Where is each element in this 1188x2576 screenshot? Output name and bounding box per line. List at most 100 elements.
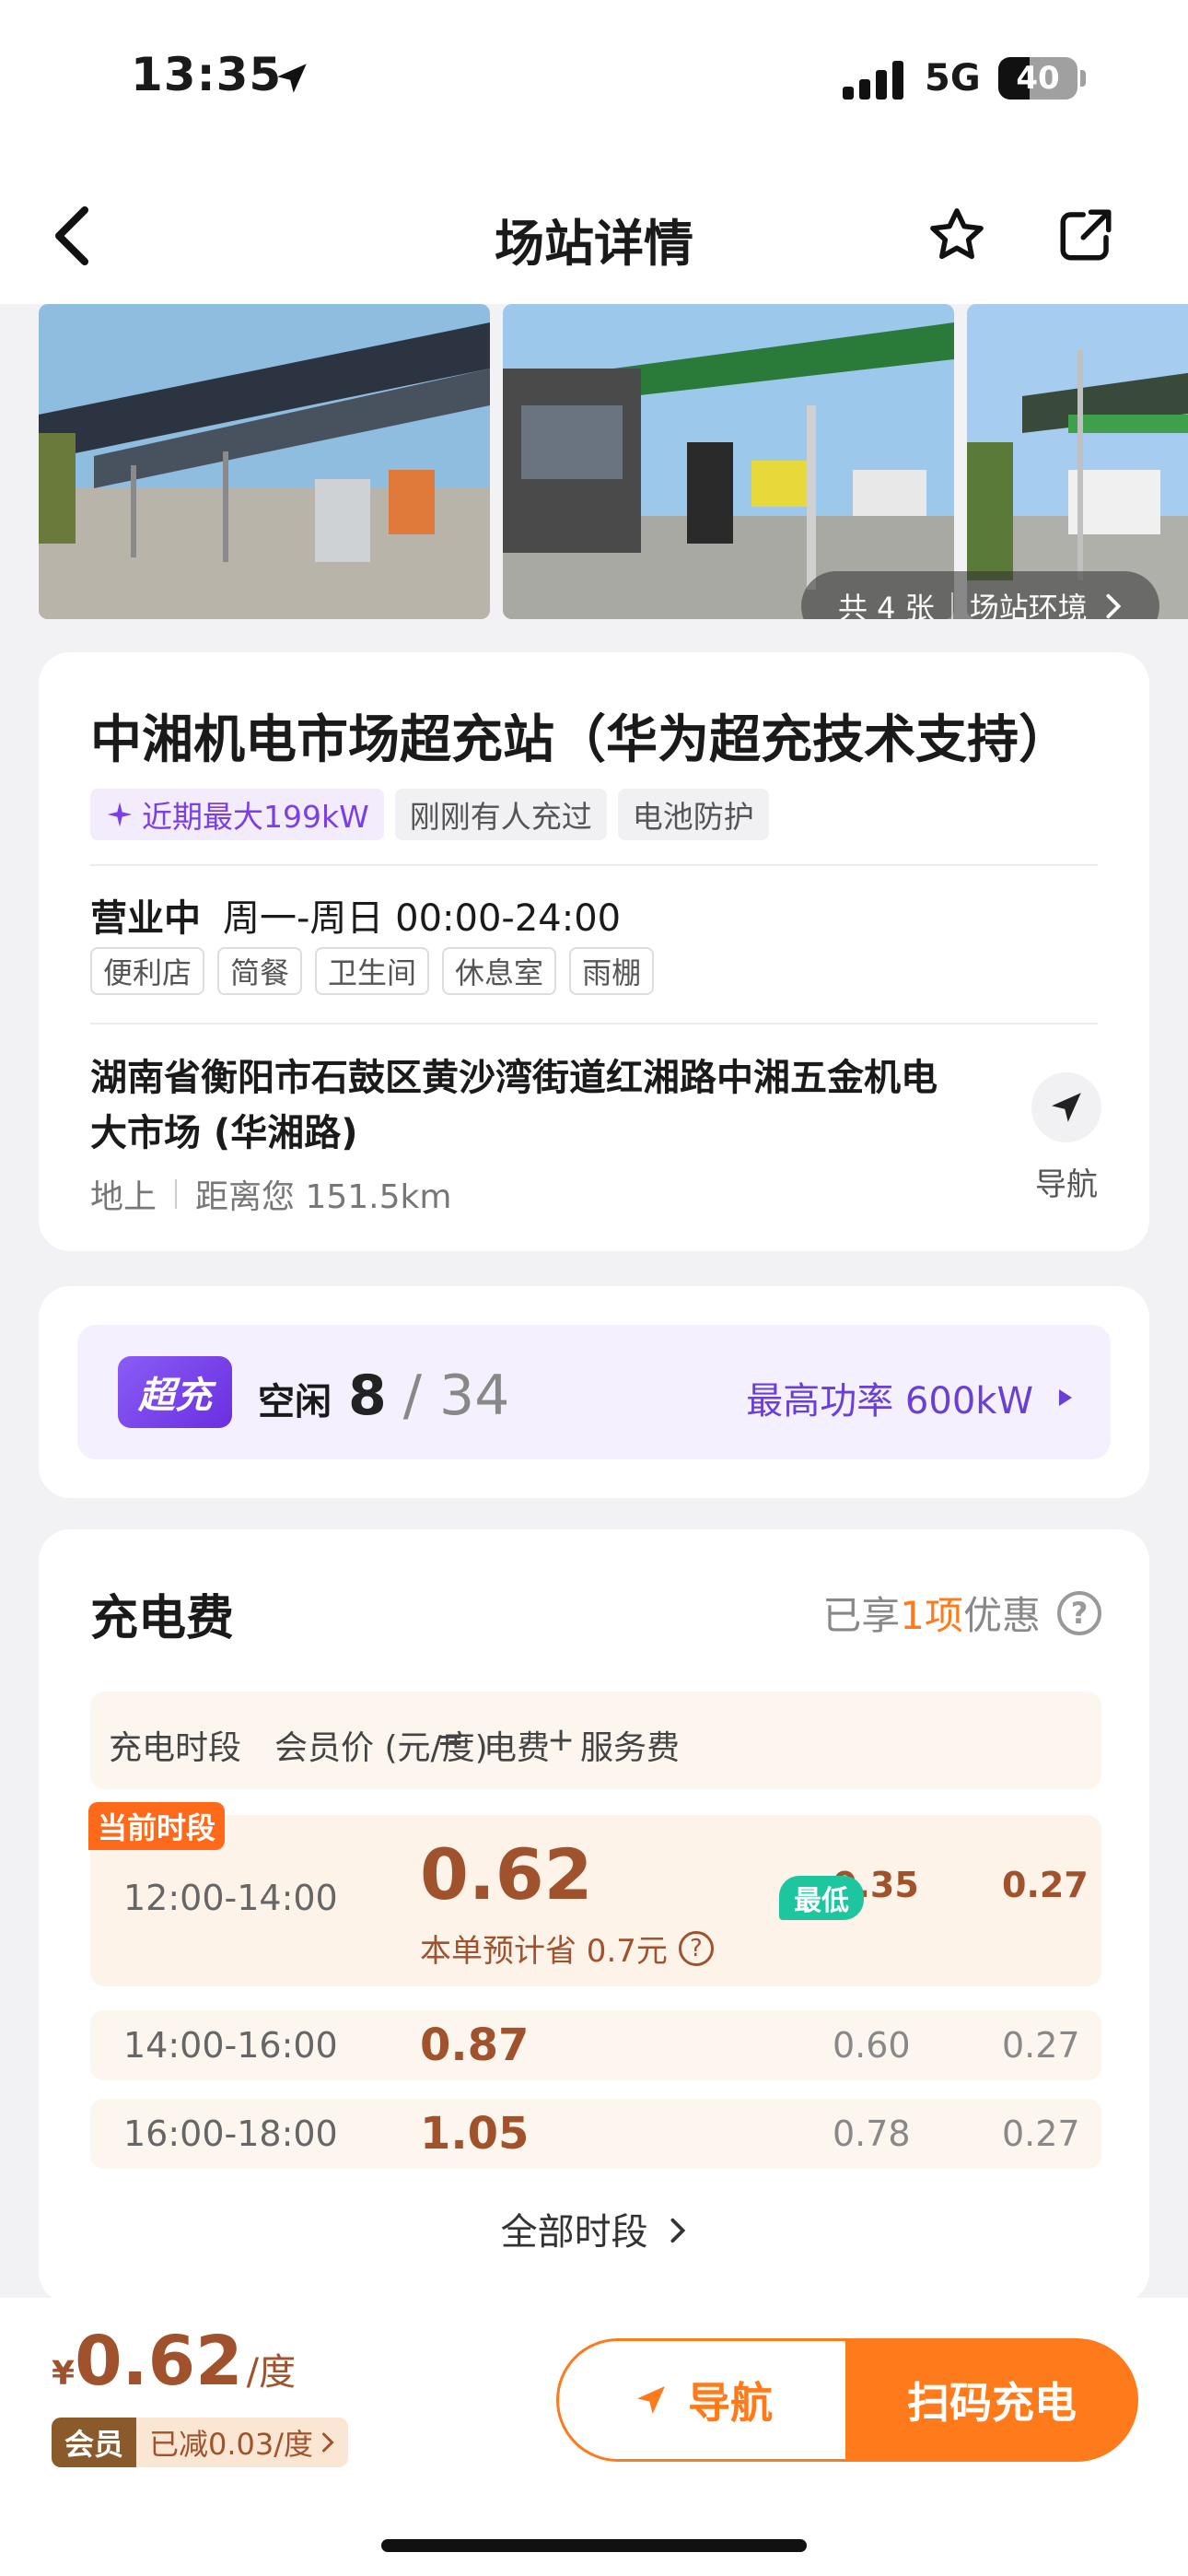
max-power[interactable]: 最高功率 600kW	[746, 1371, 1072, 1424]
max-power-tag: 近期最大199kW	[90, 789, 384, 840]
table-row: 16:00-18:00 1.05 0.78 0.27	[90, 2099, 1101, 2169]
member-discount-badge[interactable]: 会员 已减0.03/度	[52, 2418, 349, 2467]
help-icon[interactable]: ?	[1057, 1590, 1101, 1635]
navigation-arrow-icon	[1052, 1093, 1081, 1122]
battery-icon: 40	[998, 57, 1077, 100]
share-icon[interactable]	[1055, 205, 1116, 265]
photo-count: 共 4 张	[838, 591, 935, 619]
station-address: 湖南省衡阳市石鼓区黄沙湾街道红湘路中湘五金机电 大市场 (华湘路)	[90, 1050, 993, 1161]
max-power-label: 最高功率 600kW	[746, 1380, 1033, 1423]
opening-hours: 营业中 周一-周日 00:00-24:00	[90, 888, 621, 942]
price-unit: /度	[246, 2351, 297, 2394]
triangle-right-icon	[1059, 1389, 1072, 1406]
member-price-cell: 0.62	[420, 1833, 593, 1915]
electricity-cell: 0.60	[833, 2025, 911, 2066]
amenity-tag: 卫生间	[315, 947, 430, 995]
page-title: 场站详情	[495, 215, 693, 273]
divider	[90, 1023, 1098, 1025]
header-plus: +	[547, 1721, 576, 1759]
amenity-tag: 便利店	[90, 947, 205, 995]
service-cell: 0.27	[1002, 2113, 1080, 2154]
star-icon[interactable]	[926, 205, 987, 265]
member-price-cell: 1.05	[420, 2108, 530, 2160]
chevron-right-icon	[1106, 593, 1122, 619]
battery-percent: 40	[1016, 60, 1060, 97]
saving-note: 本单预计省 0.7元 ?	[420, 1926, 714, 1971]
distance-label: 距离您 151.5km	[195, 1178, 452, 1216]
idle-label: 空闲	[258, 1381, 332, 1423]
member-discount-text: 已减0.03/度	[149, 2427, 314, 2462]
discount-count: 1项	[900, 1593, 963, 1638]
address-line: 大市场 (华湘路)	[90, 1112, 358, 1154]
photo-env-label: 场站环境	[969, 591, 1088, 619]
sparkle-icon	[107, 802, 133, 827]
network-type: 5G	[925, 57, 981, 100]
lowest-badge: 最低	[779, 1876, 864, 1920]
fee-title: 充电费	[90, 1591, 235, 1646]
battery-protect-tag: 电池防护	[617, 789, 769, 840]
nav-bar: 场站详情	[0, 166, 1188, 304]
chevron-right-icon	[670, 2218, 686, 2243]
member-badge: 会员	[52, 2418, 137, 2467]
amenity-tag: 简餐	[217, 947, 303, 995]
home-indicator	[381, 2539, 807, 2552]
header-equals: =	[437, 1721, 465, 1759]
idle-number: 8	[348, 1364, 387, 1428]
open-status: 营业中	[90, 897, 201, 940]
battery-nub	[1080, 70, 1086, 87]
photo-count-badge[interactable]: 共 4 张 场站环境	[801, 571, 1159, 619]
signal-icon	[843, 61, 903, 100]
hours-range: 周一-周日 00:00-24:00	[223, 897, 622, 940]
period-cell: 14:00-16:00	[123, 2025, 338, 2066]
header-service: 服务费	[580, 1729, 681, 1767]
station-name: 中湘机电市场超充站（华为超充技术支持）	[90, 710, 1070, 770]
fee-table-header: 充电时段 会员价 (元/度) = 电费 + 服务费	[90, 1692, 1101, 1789]
address-line: 湖南省衡阳市石鼓区黄沙湾街道红湘路中湘五金机电	[90, 1057, 938, 1099]
recent-charge-tag: 刚刚有人充过	[394, 789, 607, 840]
photo-carousel[interactable]: 共 4 张 场站环境	[0, 304, 1188, 619]
station-photo[interactable]	[39, 304, 490, 619]
divider	[950, 592, 953, 619]
status-time: 13:35	[131, 48, 283, 101]
help-icon[interactable]: ?	[678, 1930, 714, 1966]
amenities: 便利店 简餐 卫生间 休息室 雨棚	[90, 947, 655, 995]
location-arrow-icon	[277, 64, 307, 93]
status-bar: 13:35 5G 40	[0, 0, 1188, 166]
total-number: / 34	[402, 1364, 510, 1428]
period-cell: 12:00-14:00	[123, 1878, 338, 1918]
header-period: 充电时段	[109, 1729, 242, 1767]
amenity-tag: 雨棚	[569, 947, 655, 995]
super-charger-row[interactable]: 超充 空闲 8 / 34 最高功率 600kW	[77, 1325, 1111, 1459]
service-cell: 0.27	[1002, 1865, 1089, 1905]
table-row: 14:00-16:00 0.87 0.60 0.27	[90, 2010, 1101, 2080]
station-info-card: 中湘机电市场超充站（华为超充技术支持） 近期最大199kW 刚刚有人充过 电池防…	[39, 652, 1149, 1251]
navigate-button-label: 导航	[688, 2378, 773, 2428]
bottom-bar: ¥ 0.62 /度 会员 已减0.03/度 导航 扫码充电	[0, 2298, 1188, 2576]
floor-label: 地上	[90, 1178, 157, 1216]
current-period-badge: 当前时段	[88, 1802, 226, 1850]
navigate-mini-label[interactable]: 导航	[1019, 1159, 1114, 1204]
member-discount: 已减0.03/度	[136, 2418, 349, 2467]
all-periods-link[interactable]: 全部时段	[39, 2202, 1149, 2255]
table-row-current: 当前时段 12:00-14:00 0.62 本单预计省 0.7元 ? 0.35 …	[88, 1802, 1101, 1986]
chevron-right-icon	[322, 2432, 334, 2453]
navigation-arrow-icon	[637, 2386, 665, 2414]
navigate-mini-button[interactable]	[1031, 1072, 1101, 1142]
divider	[175, 1179, 178, 1209]
bottom-price: ¥ 0.62 /度	[52, 2322, 296, 2401]
discount-prefix: 已享	[822, 1593, 901, 1638]
station-tags: 近期最大199kW 刚刚有人充过 电池防护	[90, 789, 769, 840]
charger-card: 超充 空闲 8 / 34 最高功率 600kW	[39, 1286, 1149, 1498]
divider	[90, 864, 1098, 866]
discount-info[interactable]: 已享1项优惠 ?	[822, 1585, 1101, 1641]
idle-count: 空闲 8 / 34	[258, 1364, 509, 1428]
saving-note-text: 本单预计省 0.7元	[420, 1933, 668, 1970]
scan-charge-button[interactable]: 扫码充电	[845, 2338, 1138, 2462]
super-charge-badge: 超充	[118, 1356, 232, 1428]
fee-card: 充电费 已享1项优惠 ? 充电时段 会员价 (元/度) = 电费 + 服务费 当…	[39, 1529, 1149, 2303]
discount-suffix: 优惠	[962, 1593, 1041, 1638]
address-meta: 地上 距离您 151.5km	[90, 1170, 451, 1218]
navigate-button[interactable]: 导航	[556, 2338, 849, 2462]
price-value: 0.62	[75, 2322, 243, 2401]
all-periods-label: 全部时段	[500, 2211, 648, 2254]
